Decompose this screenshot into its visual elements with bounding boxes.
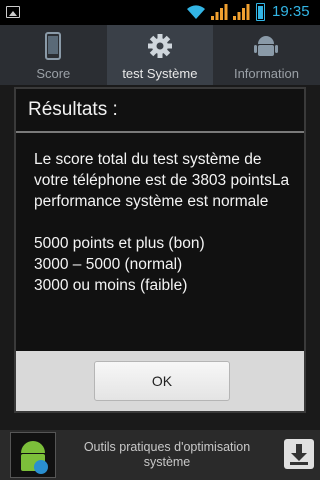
signal-icon — [233, 4, 250, 20]
signal-icon — [211, 4, 228, 20]
status-bar: 19:35 — [0, 0, 320, 25]
tab-information[interactable]: Information — [213, 25, 320, 85]
download-icon[interactable] — [284, 439, 314, 469]
tab-bar: Score test Système Information — [0, 25, 320, 85]
picture-icon — [6, 6, 20, 18]
wifi-icon — [187, 5, 205, 19]
dialog-message: Le score total du test système de votre … — [34, 149, 296, 296]
tab-score[interactable]: Score — [0, 25, 107, 85]
battery-icon — [256, 3, 265, 21]
results-dialog: Résultats : Le score total du test systè… — [14, 87, 306, 413]
dialog-footer: OK — [16, 351, 304, 411]
dialog-divider — [16, 131, 304, 133]
tab-label: Information — [233, 66, 299, 81]
promo-text[interactable]: Outils pratiques d'optimisation système — [64, 440, 270, 470]
score-range-normal: 3000 – 5000 (normal) — [34, 256, 183, 273]
tab-test-systeme[interactable]: test Système — [106, 25, 214, 85]
android-icon — [254, 36, 279, 56]
promo-bar[interactable]: Outils pratiques d'optimisation système — [0, 430, 320, 480]
phone-icon — [45, 32, 62, 60]
score-range-weak: 3000 ou moins (faible) — [34, 277, 188, 294]
score-summary: Le score total du test système de votre … — [34, 151, 290, 210]
gear-icon — [147, 34, 172, 58]
score-range-good: 5000 points et plus (bon) — [34, 235, 205, 252]
android-app-icon[interactable] — [10, 432, 56, 478]
dialog-title: Résultats : — [28, 99, 118, 120]
android-robot-icon — [21, 441, 48, 474]
tab-label: Score — [36, 66, 71, 81]
clock: 19:35 — [272, 3, 310, 20]
tab-label: test Système — [122, 66, 198, 81]
ok-button[interactable]: OK — [94, 361, 230, 401]
